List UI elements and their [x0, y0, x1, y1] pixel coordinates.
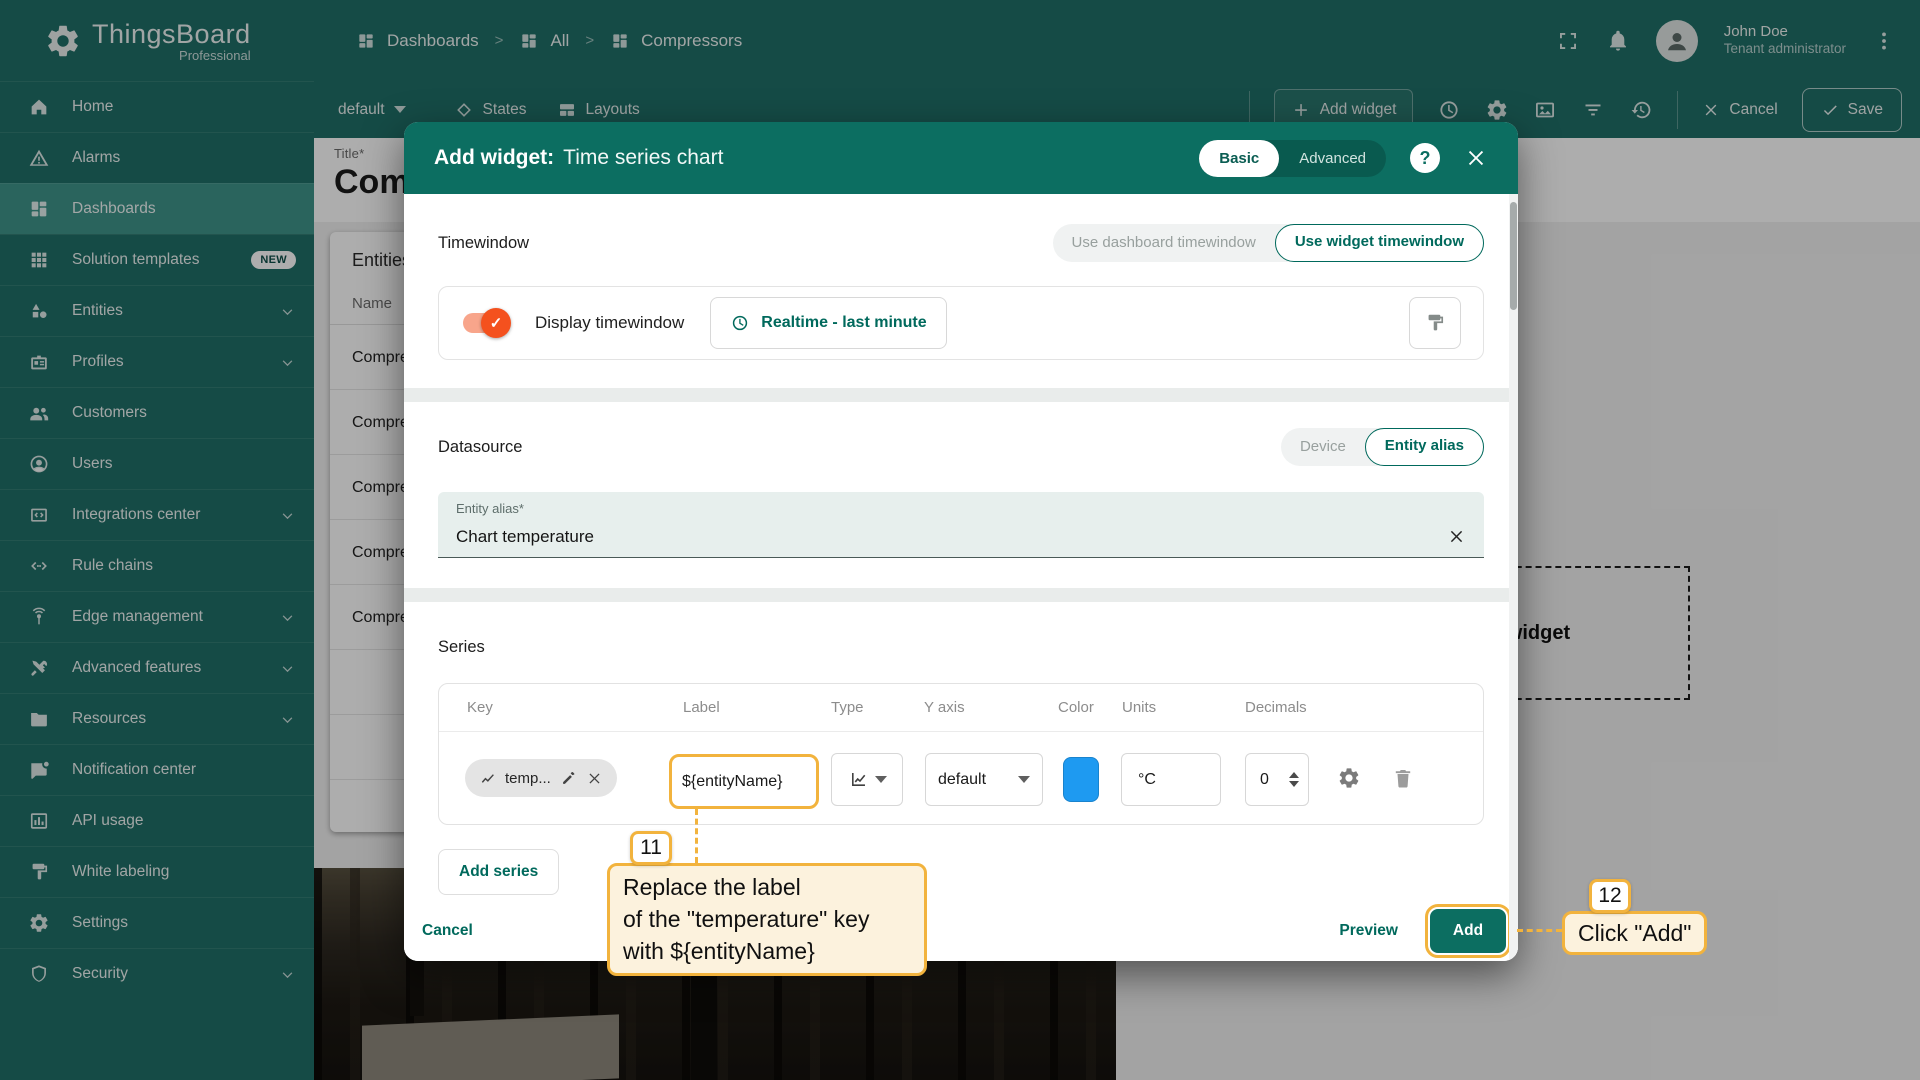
timewindow-card: Display timewindow Realtime - last minut… [438, 286, 1484, 360]
datasource-heading: Datasource [438, 438, 522, 457]
chart-type-icon [848, 769, 869, 790]
callout-11-text: Replace the label of the "temperature" k… [607, 863, 927, 976]
entity-alias-field[interactable]: Entity alias* Chart temperature [438, 492, 1484, 558]
series-decimals-stepper[interactable]: 0 [1245, 753, 1309, 806]
add-button[interactable]: Add [1430, 909, 1506, 953]
add-series-button[interactable]: Add series [438, 849, 559, 895]
caret-down-icon[interactable] [1289, 781, 1299, 787]
datasource-type-toggle: Device Entity alias [1281, 428, 1484, 466]
stepper-arrows[interactable] [1289, 772, 1299, 787]
pencil-icon[interactable] [560, 770, 577, 787]
series-heading: Series [438, 638, 485, 657]
device-option[interactable]: Device [1281, 428, 1365, 466]
scrollbar-thumb[interactable] [1510, 202, 1517, 310]
series-table: Key Label Type Y axis Color Units Decima… [438, 683, 1484, 825]
callout-11-connector [695, 809, 698, 863]
column-header-color: Color [1058, 684, 1094, 732]
timewindow-heading: Timewindow [438, 234, 529, 253]
close-icon[interactable] [1464, 146, 1488, 170]
entity-alias-field-value[interactable]: Chart temperature [456, 527, 1447, 547]
callout-12-number: 12 [1589, 879, 1631, 913]
series-row: temp... ${entityName} default [439, 732, 1483, 824]
callout-12-text: Click "Add" [1562, 911, 1707, 955]
series-label-input[interactable]: ${entityName} [669, 754, 819, 809]
timewindow-source-toggle: Use dashboard timewindow Use widget time… [1053, 224, 1484, 262]
cancel-button[interactable]: Cancel [422, 922, 473, 940]
series-key-label: temp... [505, 770, 551, 787]
series-yaxis-select[interactable]: default [925, 753, 1043, 806]
basic-advanced-toggle: Basic Advanced [1199, 140, 1386, 177]
advanced-tab[interactable]: Advanced [1279, 140, 1386, 177]
dialog-body: Timewindow Use dashboard timewindow Use … [404, 194, 1518, 961]
dialog-title-text: Time series chart [563, 146, 723, 169]
dialog-title-prefix: Add widget: [434, 146, 554, 169]
column-header-label: Label [683, 684, 720, 732]
caret-up-icon[interactable] [1289, 772, 1299, 778]
series-settings-gear-icon[interactable] [1337, 766, 1361, 790]
series-decimals-value: 0 [1260, 771, 1269, 789]
add-widget-dialog: Add widget: Time series chart Basic Advan… [404, 122, 1518, 961]
series-yaxis-value: default [938, 771, 986, 789]
clock-icon [730, 313, 750, 333]
series-key-chip[interactable]: temp... [465, 759, 617, 797]
preview-button[interactable]: Preview [1339, 922, 1398, 940]
dialog-footer: Cancel Preview Add [404, 895, 1518, 961]
line-chart-icon [479, 770, 496, 787]
caret-down-icon [1018, 776, 1030, 783]
use-dashboard-timewindow-option[interactable]: Use dashboard timewindow [1053, 224, 1275, 262]
entity-alias-option[interactable]: Entity alias [1365, 428, 1484, 466]
basic-tab[interactable]: Basic [1199, 140, 1279, 177]
series-type-select[interactable] [831, 753, 903, 806]
remove-key-icon[interactable] [586, 770, 603, 787]
column-header-key: Key [467, 684, 493, 732]
clear-icon[interactable] [1447, 527, 1466, 546]
series-units-value: °C [1138, 771, 1156, 789]
series-table-header: Key Label Type Y axis Color Units Decima… [439, 684, 1483, 732]
timewindow-section: Timewindow Use dashboard timewindow Use … [404, 194, 1518, 388]
help-icon[interactable]: ? [1410, 143, 1440, 173]
paint-roller-icon [1424, 312, 1446, 334]
display-timewindow-label: Display timewindow [535, 313, 684, 333]
entity-alias-field-label: Entity alias* [456, 501, 1466, 516]
series-units-input[interactable]: °C [1121, 753, 1221, 806]
callout-11-number: 11 [630, 831, 672, 865]
series-color-swatch[interactable] [1063, 757, 1099, 802]
column-header-decimals: Decimals [1245, 684, 1307, 732]
dialog-header: Add widget: Time series chart Basic Advan… [404, 122, 1518, 194]
series-delete-trash-icon[interactable] [1391, 766, 1415, 790]
column-header-units: Units [1122, 684, 1156, 732]
display-timewindow-toggle[interactable] [461, 309, 509, 337]
dialog-title: Add widget: Time series chart [434, 146, 723, 170]
realtime-timewindow-button[interactable]: Realtime - last minute [710, 297, 946, 349]
use-widget-timewindow-option[interactable]: Use widget timewindow [1275, 224, 1484, 262]
caret-down-icon [875, 776, 887, 783]
dialog-scrollbar[interactable] [1509, 194, 1518, 961]
callout-12-connector [1517, 929, 1562, 932]
series-section: Series Key Label Type Y axis Color Units… [404, 602, 1518, 895]
column-header-type: Type [831, 684, 864, 732]
realtime-label: Realtime - last minute [761, 314, 926, 332]
datasource-section: Datasource Device Entity alias Entity al… [404, 402, 1518, 588]
thingsboard-screen: ThingsBoard Professional Home Alarms Das… [0, 0, 1920, 1080]
column-header-yaxis: Y axis [924, 684, 965, 732]
timewindow-style-button[interactable] [1409, 297, 1461, 349]
